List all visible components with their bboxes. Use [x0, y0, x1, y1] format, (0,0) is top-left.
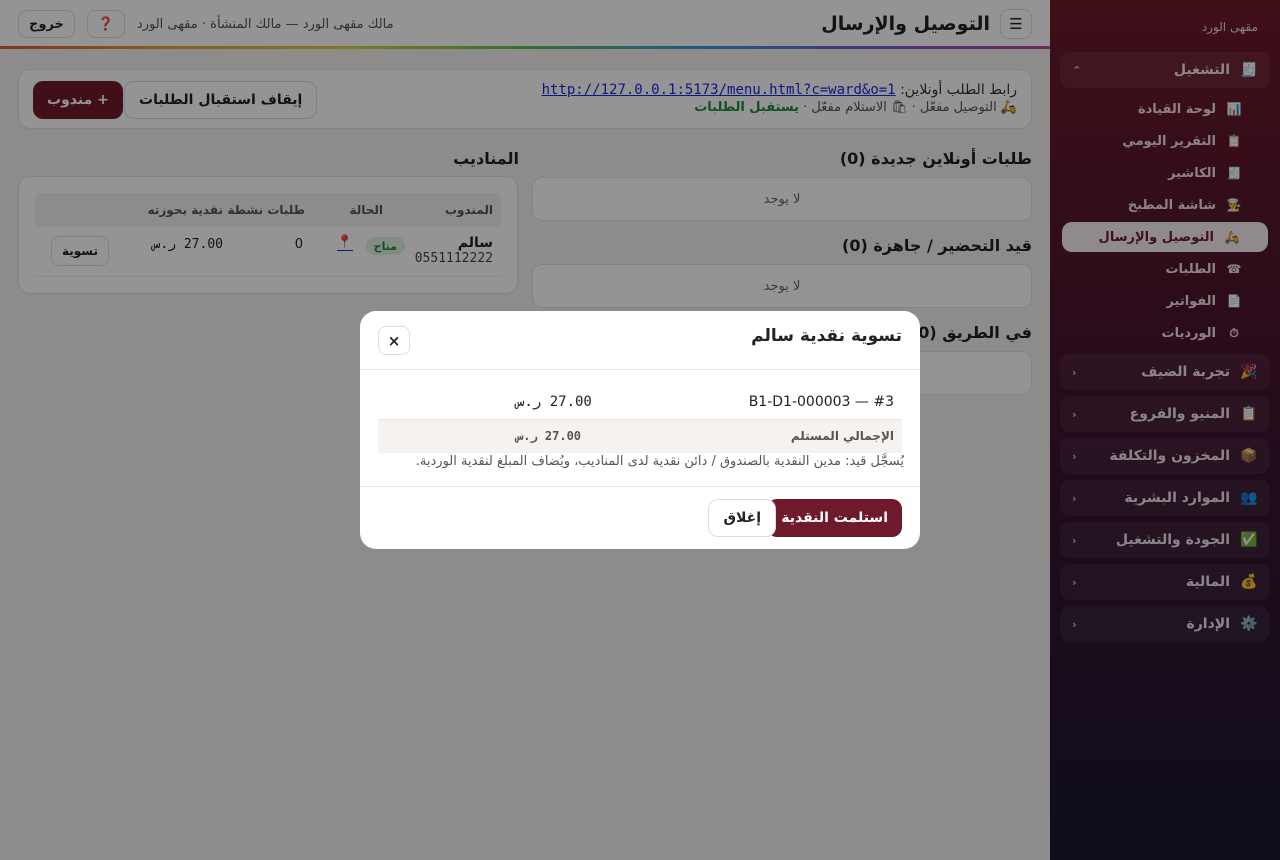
close-dialog-button[interactable]: إغلاق [708, 499, 776, 537]
dialog-title: تسوية نقدية سالم [751, 326, 902, 346]
total-amount: 27.00 ر.س [516, 429, 582, 443]
order-id: #3 — B1-D1-000003 [748, 394, 894, 410]
modal-backdrop[interactable]: تسوية نقدية سالم × #3 — B1-D1-000003 27.… [0, 0, 1280, 860]
dialog-header: تسوية نقدية سالم × [360, 311, 920, 370]
total-row: الإجمالي المستلم 27.00 ر.س [378, 420, 902, 453]
order-row: #3 — B1-D1-000003 27.00 ر.س [378, 386, 902, 420]
close-icon[interactable]: × [378, 326, 410, 355]
settlement-dialog: تسوية نقدية سالم × #3 — B1-D1-000003 27.… [360, 311, 920, 549]
dialog-footer: استلمت النقدية إغلاق [360, 487, 920, 549]
journal-note: يُسجَّل قيد: مدين النقدية بالصندوق / دائ… [415, 454, 904, 469]
confirm-cash-button[interactable]: استلمت النقدية [767, 499, 902, 537]
order-amount: 27.00 ر.س [516, 394, 592, 410]
total-label: الإجمالي المستلم [790, 429, 894, 443]
dialog-body: #3 — B1-D1-000003 27.00 ر.س الإجمالي الم… [360, 370, 920, 487]
